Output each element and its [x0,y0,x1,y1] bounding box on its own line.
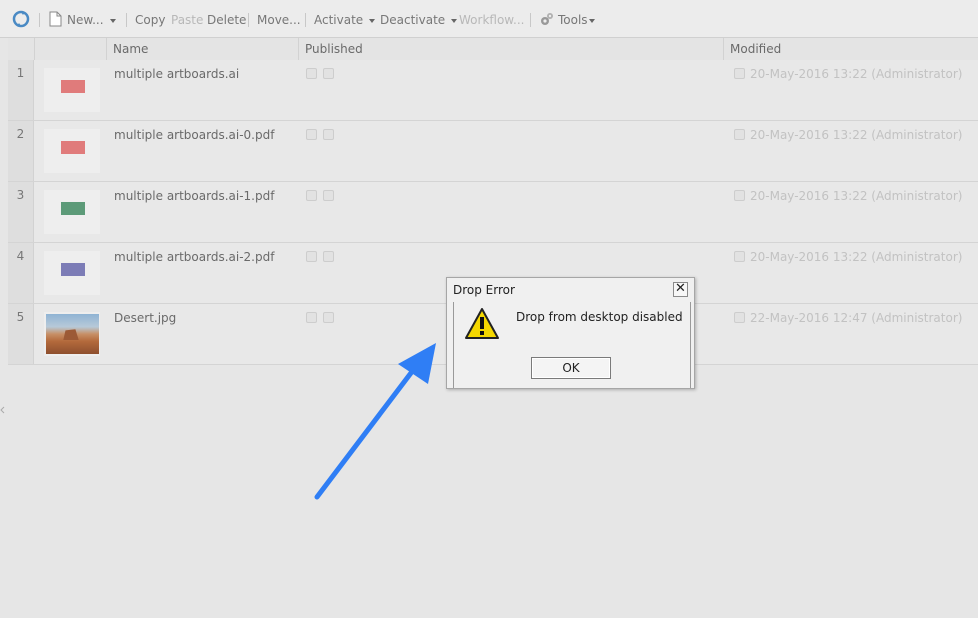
artboard-swatch [61,263,85,276]
published-status-icon-secondary [323,312,334,323]
desert-photo-thumbnail [46,314,99,354]
workflow-button[interactable]: Workflow... [459,13,524,27]
toolbar-separator [126,13,127,27]
published-status-icon [306,129,317,140]
file-name[interactable]: multiple artboards.ai-1.pdf [114,189,274,203]
table-row[interactable]: 1 multiple artboards.ai 20-May-2016 13:22 … [8,60,978,121]
new-dropdown-icon [109,18,116,23]
modified-status-icon [734,251,745,262]
row-number: 3 [8,182,34,242]
deactivate-dropdown-icon [451,18,458,23]
dialog-title: Drop Error [453,283,515,297]
grid-header: Name Published Modified [8,38,978,61]
modified-cell: 22-May-2016 12:47 (Administrator) [734,311,962,325]
move-button[interactable]: Move... [257,13,301,27]
modified-cell: 20-May-2016 13:22 (Administrator) [734,250,962,264]
table-row[interactable]: 2 multiple artboards.ai-0.pdf 20-May-2016 … [8,121,978,182]
table-row[interactable]: 3 multiple artboards.ai-1.pdf 20-May-2016 … [8,182,978,243]
gear-icon [539,11,555,30]
asset-thumbnail[interactable] [44,129,100,173]
file-name[interactable]: multiple artboards.ai [114,67,239,81]
published-status-icon-secondary [323,68,334,79]
new-button-label: New... [67,13,104,27]
published-status-icon [306,68,317,79]
deactivate-button[interactable]: Deactivate [380,13,458,27]
row-number: 1 [8,60,34,120]
asset-thumbnail[interactable] [44,190,100,234]
file-name[interactable]: multiple artboards.ai-2.pdf [114,250,274,264]
published-status-icon [306,312,317,323]
deactivate-button-label: Deactivate [380,13,446,27]
row-number: 2 [8,121,34,181]
published-status-icon-secondary [323,190,334,201]
modified-text: 22-May-2016 12:47 (Administrator) [750,311,963,325]
published-status-icon-secondary [323,129,334,140]
modified-cell: 20-May-2016 13:22 (Administrator) [734,67,962,81]
asset-thumbnail[interactable] [44,312,100,356]
column-header-modified[interactable]: Modified [723,38,978,60]
dialog-body: Drop from desktop disabled OK [453,302,691,388]
activate-dropdown-icon [369,18,376,23]
modified-text: 20-May-2016 13:22 (Administrator) [750,67,963,81]
column-header-name[interactable]: Name [106,38,298,60]
modified-status-icon [734,68,745,79]
dialog-message: Drop from desktop disabled [516,310,683,324]
toolbar-separator [530,13,531,27]
modified-text: 20-May-2016 13:22 (Administrator) [750,128,963,142]
row-number: 5 [8,304,34,364]
published-status-icon [306,190,317,201]
asset-thumbnail[interactable] [44,68,100,112]
artboard-swatch [61,141,85,154]
paste-button[interactable]: Paste [171,13,203,27]
warning-icon [464,307,500,344]
tools-dropdown-icon [588,18,595,23]
modified-status-icon [734,129,745,140]
activate-button[interactable]: Activate [314,13,376,27]
modified-cell: 20-May-2016 13:22 (Administrator) [734,128,962,142]
modified-text: 20-May-2016 13:22 (Administrator) [750,250,963,264]
modified-text: 20-May-2016 13:22 (Administrator) [750,189,963,203]
activate-button-label: Activate [314,13,364,27]
tools-button-label: Tools [558,13,588,27]
published-status-icon [306,251,317,262]
tools-button[interactable]: Tools [558,13,595,27]
file-name[interactable]: Desert.jpg [114,311,176,325]
asset-thumbnail[interactable] [44,251,100,295]
new-button[interactable]: New... [67,13,116,27]
refresh-icon[interactable] [12,10,30,31]
copy-button[interactable]: Copy [135,13,165,27]
file-name[interactable]: multiple artboards.ai-0.pdf [114,128,274,142]
modified-status-icon [734,312,745,323]
toolbar-separator [39,13,40,27]
new-document-icon [49,11,62,30]
modified-cell: 20-May-2016 13:22 (Administrator) [734,189,962,203]
toolbar: New... Copy Paste Delete Move... Activat… [0,0,978,38]
column-header-published[interactable]: Published [298,38,723,60]
panel-resize-handle[interactable] [0,400,6,420]
published-status-icon-secondary [323,251,334,262]
toolbar-separator [305,13,306,27]
mesa-shape [63,329,79,340]
toolbar-separator [248,13,249,27]
column-header-thumbnail[interactable] [34,38,106,60]
artboard-swatch [61,80,85,93]
drop-error-dialog: Drop Error ✕ Drop from desktop disabled … [446,277,695,389]
close-icon[interactable]: ✕ [673,282,688,297]
delete-button[interactable]: Delete [207,13,246,27]
row-number: 4 [8,243,34,303]
artboard-swatch [61,202,85,215]
modified-status-icon [734,190,745,201]
ok-button[interactable]: OK [531,357,611,379]
